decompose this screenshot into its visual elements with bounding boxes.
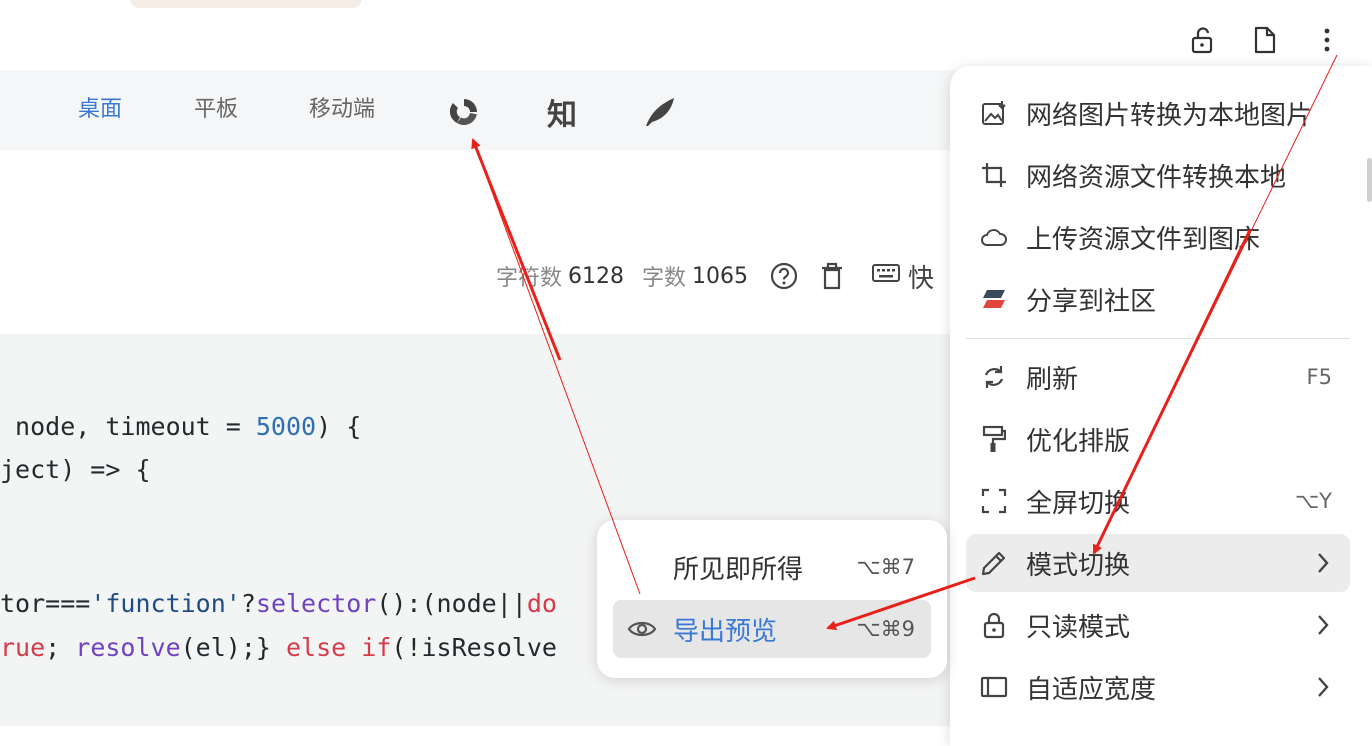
crop-icon [980, 161, 1008, 189]
trash-icon[interactable] [820, 262, 844, 290]
community-share-icon [980, 285, 1008, 313]
window-tab-stub [130, 0, 362, 8]
menu-item-refresh[interactable]: 刷新 F5 [966, 348, 1350, 406]
code-token: (el);} [180, 633, 286, 662]
submenu-item-export-preview[interactable]: 导出预览 ⌥⌘9 [613, 600, 931, 658]
pencil-icon [980, 549, 1008, 577]
tab-mobile[interactable]: 移动端 [309, 70, 375, 150]
unlock-icon[interactable] [1172, 20, 1234, 60]
code-line: ject) => { [0, 450, 151, 490]
more-menu: 网络图片转换为本地图片 网络资源文件转换本地 上传资源文件到图床 分享到社区 刷… [950, 66, 1372, 746]
code-token: ; [45, 633, 76, 662]
chevron-right-icon [1316, 613, 1330, 641]
menu-item-mode-switch[interactable]: 模式切换 [966, 534, 1350, 592]
document-icon[interactable] [1234, 20, 1296, 60]
code-token: tor=== [0, 589, 91, 618]
char-count: 6128 [568, 263, 625, 289]
menu-item-share-community[interactable]: 分享到社区 [966, 270, 1350, 328]
code-token: 'function' [90, 589, 241, 618]
code-token: 5000 [255, 412, 317, 441]
document-stats: 字符数 6128 字数 1065 快 [496, 256, 934, 296]
word-count-label: 字数 [642, 266, 687, 291]
fullscreen-icon [980, 487, 1008, 515]
submenu-item-wysiwyg[interactable]: 所见即所得 ⌥⌘7 [613, 538, 931, 596]
mode-submenu: 所见即所得 ⌥⌘7 导出预览 ⌥⌘9 [597, 520, 947, 678]
top-toolbar [1172, 20, 1358, 60]
code-line: rue; resolve(el);} else if(!isResolve [0, 628, 557, 668]
menu-item-fullscreen[interactable]: 全屏切换 ⌥Y [966, 472, 1350, 530]
image-download-icon [980, 99, 1008, 127]
sync-platform-icon[interactable] [444, 92, 484, 132]
menu-item-upload-resources[interactable]: 上传资源文件到图床 [966, 208, 1350, 266]
lock-icon [980, 611, 1008, 639]
code-token: selector [255, 589, 377, 618]
code-token: rue [0, 633, 46, 662]
word-count: 1065 [692, 263, 749, 289]
code-token: ject) => { [0, 455, 151, 484]
chevron-right-icon [1316, 551, 1330, 579]
menu-item-adaptive-width[interactable]: 自适应宽度 [966, 658, 1350, 716]
zhihu-icon[interactable]: 知 [542, 92, 582, 133]
code-token: do [526, 589, 557, 618]
menu-item-optimize-layout[interactable]: 优化排版 [966, 410, 1350, 468]
menu-item-convert-images[interactable]: 网络图片转换为本地图片 [966, 84, 1350, 142]
more-vertical-icon[interactable] [1296, 20, 1358, 60]
code-token: ) { [316, 412, 362, 441]
code-token: (!isResolve [391, 633, 557, 662]
help-icon[interactable] [770, 262, 798, 290]
code-token: else [285, 633, 347, 662]
shortcut-label: 快 [908, 263, 935, 294]
menu-item-convert-resources[interactable]: 网络资源文件转换本地 [966, 146, 1350, 204]
feather-platform-icon[interactable] [640, 92, 680, 132]
code-token: ():(node|| [376, 589, 527, 618]
code-line: node, timeout = 5000) { [0, 407, 361, 447]
chevron-right-icon [1316, 675, 1330, 703]
format-paint-icon [980, 425, 1008, 453]
refresh-icon [980, 363, 1008, 391]
menu-divider [966, 338, 1350, 339]
code-token: node, timeout = [0, 412, 256, 441]
code-token: ? [240, 589, 256, 618]
code-token: resolve [75, 633, 181, 662]
char-count-label: 字符数 [496, 266, 563, 291]
tab-desktop[interactable]: 桌面 [78, 70, 122, 150]
cloud-icon [980, 223, 1008, 251]
menu-scrollbar[interactable] [1367, 158, 1372, 202]
code-line: tor==='function'?selector():(node||do [0, 584, 557, 624]
width-icon [980, 673, 1008, 701]
menu-item-readonly[interactable]: 只读模式 [966, 596, 1350, 654]
keyboard-shortcuts-button[interactable]: 快 [872, 258, 934, 295]
tab-tablet[interactable]: 平板 [194, 70, 238, 150]
code-token: if [361, 633, 392, 662]
eye-icon [627, 619, 657, 639]
keyboard-icon [872, 263, 901, 289]
